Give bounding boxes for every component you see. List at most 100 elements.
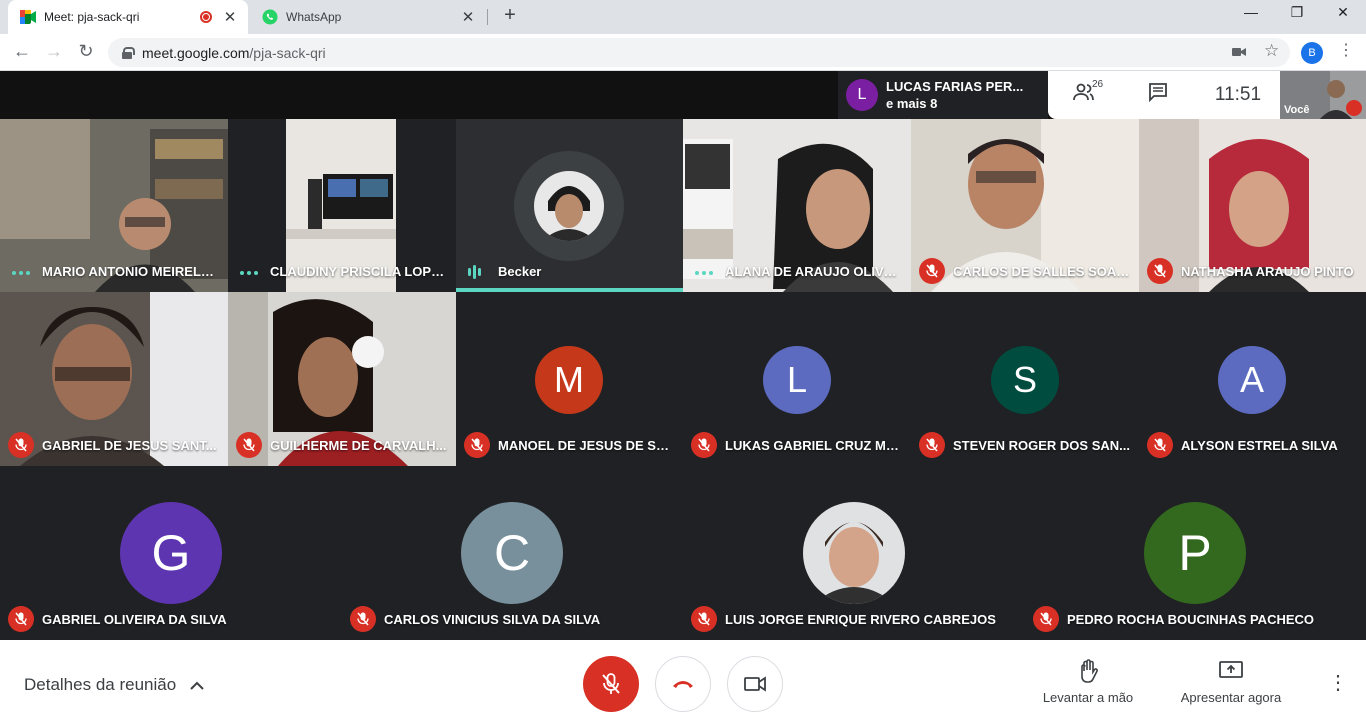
tab-title: WhatsApp	[286, 10, 342, 24]
tab-separator	[487, 9, 488, 25]
participant-name: ALANA DE ARAUJO OLIVEI...	[725, 264, 903, 279]
participant-name: CARLOS DE SALLES SOAR...	[953, 264, 1131, 279]
participant-tile[interactable]: P PEDRO ROCHA BOUCINHAS PACHECO	[1025, 466, 1366, 640]
mic-off-icon	[1147, 258, 1173, 284]
toggle-camera-button[interactable]	[727, 656, 783, 712]
participant-avatar: L	[763, 346, 831, 414]
bookmark-star-icon[interactable]: ☆	[1264, 41, 1279, 61]
participant-name: LUIS JORGE ENRIQUE RIVERO CABREJOS	[725, 612, 996, 627]
participant-tile[interactable]: L LUKAS GABRIEL CRUZ MO...	[683, 292, 911, 466]
mic-off-icon	[919, 258, 945, 284]
participant-name: MANOEL DE JESUS DE SO...	[498, 438, 675, 453]
new-tab-icon[interactable]: +	[498, 4, 522, 27]
back-icon[interactable]: ←	[10, 41, 34, 62]
people-button[interactable]: 26	[1048, 79, 1120, 107]
presenter-more: e mais 8	[886, 96, 938, 111]
participant-tile[interactable]: CLAUDINY PRISCILA LOPE...	[228, 119, 456, 292]
raise-hand-icon	[1081, 659, 1098, 683]
lock-icon	[122, 46, 135, 59]
toggle-mic-button[interactable]	[583, 656, 639, 712]
profile-avatar[interactable]: B	[1301, 42, 1323, 64]
chat-icon	[1149, 83, 1167, 103]
reload-icon[interactable]: ↻	[74, 41, 98, 62]
camera-permission-icon[interactable]	[1232, 44, 1246, 60]
participant-tile[interactable]: M MANOEL DE JESUS DE SO...	[456, 292, 683, 466]
meet-control-bar: Detalhes da reunião Levantar a mão Apres…	[0, 640, 1366, 728]
forward-icon[interactable]: →	[42, 41, 66, 62]
presenter-avatar: L	[846, 79, 878, 111]
participant-name: CLAUDINY PRISCILA LOPE...	[270, 264, 448, 279]
hang-up-icon	[673, 681, 693, 688]
presenter-chip[interactable]: L LUCAS FARIAS PER... e mais 8	[838, 71, 1048, 119]
close-window-icon[interactable]: ✕	[1320, 4, 1366, 21]
participant-avatar: S	[991, 346, 1059, 414]
mic-off-icon	[350, 606, 376, 632]
tab-whatsapp[interactable]: WhatsApp ✕	[250, 0, 486, 34]
speaking-dots-icon	[240, 271, 258, 275]
maximize-icon[interactable]: ❐	[1274, 4, 1320, 21]
leave-call-button[interactable]	[655, 656, 711, 712]
participant-tile[interactable]: CARLOS DE SALLES SOAR...	[911, 119, 1139, 292]
minimize-icon[interactable]: —	[1228, 4, 1274, 20]
mic-off-icon	[691, 606, 717, 632]
participant-avatar	[534, 171, 604, 241]
participant-tile[interactable]: GABRIEL DE JESUS SANT...	[0, 292, 228, 466]
meeting-clock: 11:51	[1214, 84, 1262, 105]
participant-tile[interactable]: GUILHERME DE CARVALH...	[228, 292, 456, 466]
mic-off-icon	[919, 432, 945, 458]
more-options-icon[interactable]: ⋮	[1328, 670, 1348, 695]
participant-tile-speaking[interactable]: Becker	[456, 119, 683, 292]
participant-name: GABRIEL DE JESUS SANT...	[42, 438, 217, 453]
self-label: Você	[1284, 104, 1310, 116]
participant-avatar	[803, 502, 905, 604]
raise-hand-button[interactable]: Levantar a mão	[1040, 658, 1136, 705]
participant-tile[interactable]: S STEVEN ROGER DOS SAN...	[911, 292, 1139, 466]
participant-tile[interactable]: LUIS JORGE ENRIQUE RIVERO CABREJOS	[683, 466, 1025, 640]
url-field[interactable]: meet.google.com/pja-sack-qri ☆	[108, 38, 1290, 67]
chat-button[interactable]	[1120, 82, 1196, 108]
present-now-label: Apresentar agora	[1180, 690, 1282, 705]
browser-tab-bar: Meet: pja-sack-qri ✕ WhatsApp ✕ + — ❐ ✕	[0, 0, 1366, 34]
mic-off-icon	[1346, 100, 1362, 116]
browser-menu-icon[interactable]: ⋮	[1338, 40, 1354, 60]
google-meet-icon	[20, 9, 36, 25]
participant-tile[interactable]: A ALYSON ESTRELA SILVA	[1139, 292, 1366, 466]
participant-name: Becker	[498, 264, 542, 279]
participant-name: LUKAS GABRIEL CRUZ MO...	[725, 438, 903, 453]
mic-off-icon	[464, 432, 490, 458]
presenter-name: LUCAS FARIAS PER...	[886, 79, 1024, 94]
participant-name: GUILHERME DE CARVALH...	[270, 438, 447, 453]
participant-tile[interactable]: ALANA DE ARAUJO OLIVEI...	[683, 119, 911, 292]
participant-avatar: P	[1144, 502, 1246, 604]
participant-name: CARLOS VINICIUS SILVA DA SILVA	[384, 612, 601, 627]
participant-avatar: C	[461, 502, 563, 604]
close-tab-icon[interactable]: ✕	[222, 8, 238, 26]
present-now-button[interactable]: Apresentar agora	[1176, 658, 1286, 705]
people-count: 26	[1092, 79, 1104, 90]
participant-name: MARIO ANTONIO MEIRELE...	[42, 264, 220, 279]
participant-name: STEVEN ROGER DOS SAN...	[953, 438, 1130, 453]
meeting-details-button[interactable]: Detalhes da reunião	[24, 675, 204, 695]
mic-off-icon	[691, 432, 717, 458]
self-view-tile[interactable]: Você	[1280, 71, 1366, 119]
speaking-dots-icon	[12, 271, 30, 275]
url-text: meet.google.com/pja-sack-qri	[142, 44, 326, 61]
whatsapp-icon	[262, 9, 278, 25]
mic-off-icon	[602, 673, 620, 694]
recording-icon	[200, 11, 212, 23]
chevron-up-icon	[190, 681, 204, 690]
participant-tile[interactable]: G GABRIEL OLIVEIRA DA SILVA	[0, 466, 342, 640]
speaking-dots-icon	[695, 271, 713, 275]
close-tab-icon[interactable]: ✕	[460, 8, 476, 26]
participant-avatar: G	[120, 502, 222, 604]
participant-tile[interactable]: C CARLOS VINICIUS SILVA DA SILVA	[342, 466, 683, 640]
tab-meet[interactable]: Meet: pja-sack-qri ✕	[8, 0, 248, 34]
participant-tile[interactable]: NATHASHA ARAUJO PINTO	[1139, 119, 1366, 292]
tab-title: Meet: pja-sack-qri	[44, 10, 140, 24]
present-screen-icon	[1219, 661, 1243, 678]
participant-tile[interactable]: MARIO ANTONIO MEIRELE...	[0, 119, 228, 292]
participant-avatar: M	[535, 346, 603, 414]
participant-name: PEDRO ROCHA BOUCINHAS PACHECO	[1067, 612, 1315, 627]
address-bar-row: ← → ↻ meet.google.com/pja-sack-qri ☆ B ⋮	[0, 34, 1366, 71]
audio-level-icon	[468, 265, 481, 279]
